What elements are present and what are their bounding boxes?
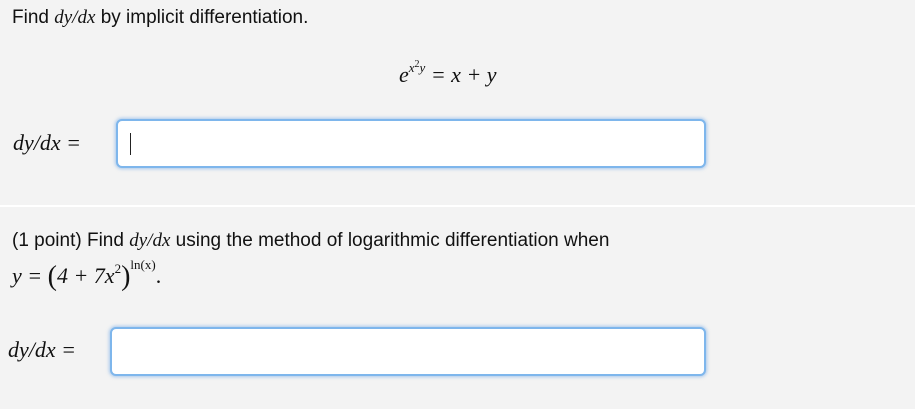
problem-2-equation: y = (4 + 7x2)ln(x). (12, 257, 162, 292)
problem-2-prompt-math: dy/dx (129, 230, 171, 251)
problem-1-equation: ex2y = x + y (399, 59, 497, 93)
problem-1-prompt-suffix: by implicit differentiation. (100, 7, 309, 28)
equation-base: e (399, 62, 409, 87)
equation-exponent: x2y (408, 59, 426, 75)
problem-1-prompt-prefix: Find (12, 7, 49, 28)
equation-lhs: y = (12, 263, 43, 288)
problem-1-answer-input[interactable] (116, 119, 706, 168)
text-caret (130, 133, 131, 155)
problem-2-section: (1 point) Find dy/dx using the method of… (0, 207, 915, 409)
problem-1-section: Find dy/dx by implicit differentiation. … (0, 0, 915, 205)
open-paren: ( (47, 261, 57, 292)
problem-2-prompt: (1 point) Find dy/dx using the method of… (12, 229, 609, 253)
problem-1-prompt: Find dy/dx by implicit differentiation. (12, 6, 308, 30)
problem-1-answer-label: dy/dx = (13, 130, 81, 155)
problem-2-answer-input[interactable] (110, 327, 706, 376)
problem-2-prompt-suffix: using the method of logarithmic differen… (175, 230, 610, 251)
problem-1-prompt-math: dy/dx (54, 7, 96, 28)
equation-end: . (155, 263, 162, 288)
close-paren: ) (121, 261, 131, 292)
equation-rhs: = x + y (430, 62, 497, 87)
problem-2-answer-label: dy/dx = (8, 337, 76, 362)
problem-2-prompt-prefix: (1 point) Find (12, 230, 124, 251)
equation-exponent: ln(x) (130, 257, 156, 272)
equation-inner: 4 + 7x (56, 263, 115, 288)
